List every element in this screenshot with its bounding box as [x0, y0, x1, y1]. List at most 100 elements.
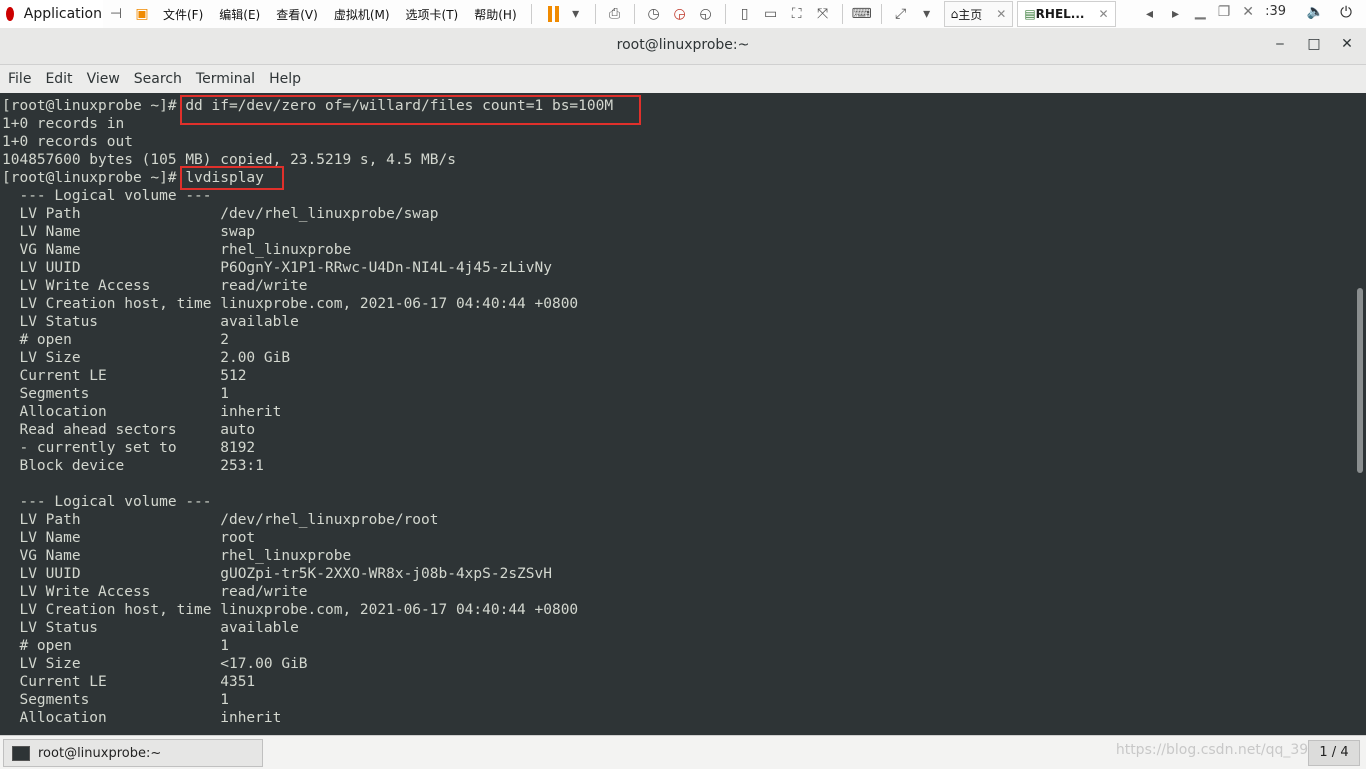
volume-icon[interactable]: 🔈 [1307, 4, 1324, 20]
terminal-line: 1+0 records out [2, 134, 133, 150]
terminal-output[interactable]: [root@linuxprobe ~]# dd if=/dev/zero of=… [0, 93, 1354, 735]
chevron-left-icon[interactable]: ◂ [1140, 4, 1160, 24]
terminal-line: LV Creation host, time linuxprobe.com, 2… [2, 296, 579, 312]
watermark: https://blog.csdn.net/qq_3903 [1115, 742, 1326, 758]
terminal-line: # open 1 [2, 638, 229, 654]
terminal-line: Segments 1 [2, 386, 229, 402]
terminal-line: LV Path /dev/rhel_linuxprobe/root [2, 512, 439, 528]
unity-icon[interactable]: ⤧ [813, 4, 833, 24]
close-icon[interactable]: ✕ [1098, 7, 1108, 21]
menu-view[interactable]: View [87, 71, 120, 87]
menu-help[interactable]: Help [269, 71, 301, 87]
terminal-line: LV Size <17.00 GiB [2, 656, 308, 672]
highlight-box-dd-command [180, 95, 641, 125]
tab-rhel-label: RHEL... [1035, 7, 1085, 21]
menubar: File Edit View Search Terminal Help [0, 65, 1366, 93]
minimize-button[interactable]: ‒ [1270, 36, 1290, 52]
workspace-indicator[interactable]: 1 / 4 [1308, 740, 1360, 766]
send-keys-icon[interactable]: ⎙ [605, 4, 625, 24]
redhat-logo-icon [6, 7, 14, 21]
stretch-icon[interactable]: ⤢ [891, 4, 911, 24]
home-icon: ⌂ [950, 7, 959, 21]
snapshot-icon[interactable]: ◷ [644, 4, 664, 24]
terminal-line: LV Write Access read/write [2, 278, 308, 294]
terminal-icon [12, 745, 30, 761]
revert-snapshot-icon[interactable]: ◶ [670, 4, 690, 24]
top-bar: Application ⊣ ▣ 文件(F) 编辑(E) 查看(V) 虚拟机(M)… [0, 0, 1366, 28]
tab-rhel[interactable]: ▤ RHEL... ✕ [1017, 1, 1116, 27]
applications-menu[interactable]: Application [0, 0, 102, 28]
terminal-line: Segments 1 [2, 692, 229, 708]
clock[interactable]: :39 [1265, 4, 1286, 19]
toolbar-divider [594, 4, 596, 24]
menu-terminal[interactable]: Terminal [196, 71, 255, 87]
maximize-button[interactable]: □ [1304, 36, 1324, 52]
chevron-down-icon[interactable]: ▾ [566, 4, 586, 24]
close-icon[interactable]: ✕ [996, 7, 1006, 21]
window-title: root@linuxprobe:~ [616, 37, 750, 53]
vm-menu-help[interactable]: 帮助(H) [474, 6, 516, 23]
terminal-scrollbar[interactable] [1354, 93, 1366, 735]
pin-icon[interactable]: ⊣ [106, 4, 126, 24]
vm-menu-file[interactable]: 文件(F) [163, 6, 203, 23]
bottom-taskbar: root@linuxprobe:~ https://blog.csdn.net/… [0, 735, 1366, 769]
terminal-line: Allocation inherit [2, 404, 282, 420]
terminal-line: - currently set to 8192 [2, 440, 256, 456]
sidebar-icon[interactable]: ▯ [735, 4, 755, 24]
snapshot-manager-icon[interactable]: ◵ [696, 4, 716, 24]
vm-menu-edit[interactable]: 编辑(E) [219, 6, 260, 23]
pause-icon[interactable] [547, 6, 559, 22]
toolbar-divider [724, 4, 726, 24]
console-icon[interactable]: ⌨ [852, 4, 872, 24]
restore-icon[interactable]: ❐ [1218, 4, 1231, 20]
terminal-line: --- Logical volume --- [2, 494, 212, 510]
scrollbar-thumb[interactable] [1357, 288, 1363, 473]
applications-label: Application [23, 6, 102, 22]
terminal-line: LV Name root [2, 530, 256, 546]
chevron-down-icon[interactable]: ▾ [917, 4, 937, 24]
terminal-line: Read ahead sectors auto [2, 422, 256, 438]
power-icon[interactable]: ⏻ [1340, 3, 1352, 21]
menu-search[interactable]: Search [134, 71, 182, 87]
vm-menu-view[interactable]: 查看(V) [276, 6, 318, 23]
terminal-line: VG Name rhel_linuxprobe [2, 242, 352, 258]
taskbar-item-label: root@linuxprobe:~ [38, 745, 162, 761]
menu-edit[interactable]: Edit [45, 71, 72, 87]
vm-menu-tabs[interactable]: 选项卡(T) [406, 6, 459, 23]
terminal-line: LV UUID gUOZpi-tr5K-2XXO-WR8x-j08b-4xpS-… [2, 566, 552, 582]
chevron-right-icon[interactable]: ▸ [1166, 4, 1186, 24]
terminal-line: LV Status available [2, 620, 299, 636]
terminal-line: LV Path /dev/rhel_linuxprobe/swap [2, 206, 439, 222]
vmware-toolbar: ⊣ ▣ 文件(F) 编辑(E) 查看(V) 虚拟机(M) 选项卡(T) 帮助(H… [103, 0, 1366, 28]
tab-home[interactable]: ⌂ 主页 ✕ [943, 1, 1014, 27]
terminal-line: LV Status available [2, 314, 299, 330]
toolbar-divider [530, 4, 532, 24]
taskbar-item-terminal[interactable]: root@linuxprobe:~ [3, 739, 263, 767]
terminal-line: Current LE 4351 [2, 674, 256, 690]
toolbar-divider [633, 4, 635, 24]
fullscreen-icon[interactable]: ⛶ [787, 4, 807, 24]
terminal-line: VG Name rhel_linuxprobe [2, 548, 352, 564]
window-titlebar[interactable]: root@linuxprobe:~ ‒ □ ✕ [0, 28, 1366, 65]
terminal-line: LV Write Access read/write [2, 584, 308, 600]
vmware-logo-icon: ▣ [135, 6, 149, 22]
terminal-line: Block device 253:1 [2, 458, 264, 474]
tab-home-label: 主页 [958, 7, 983, 22]
thumbnail-icon[interactable]: ▭ [761, 4, 781, 24]
toolbar-divider [841, 4, 843, 24]
menu-file[interactable]: File [8, 71, 31, 87]
terminal-line: Allocation inherit [2, 710, 282, 726]
vm-icon: ▤ [1024, 7, 1036, 21]
close-icon[interactable]: ✕ [1242, 4, 1254, 20]
vmware-window-controls: ▁ ❐ ✕ [1195, 4, 1254, 20]
vm-menu-vm[interactable]: 虚拟机(M) [334, 6, 390, 23]
terminal-line: # open 2 [2, 332, 229, 348]
terminal-line: LV Size 2.00 GiB [2, 350, 291, 366]
terminal-line: LV Name swap [2, 224, 256, 240]
highlight-box-lvdisplay [180, 166, 284, 190]
minimize-icon[interactable]: ▁ [1195, 4, 1206, 20]
terminal-line: LV UUID P6OgnY-X1P1-RRwc-U4Dn-NI4L-4j45-… [2, 260, 552, 276]
close-button[interactable]: ✕ [1337, 36, 1357, 52]
terminal-line: LV Creation host, time linuxprobe.com, 2… [2, 602, 579, 618]
